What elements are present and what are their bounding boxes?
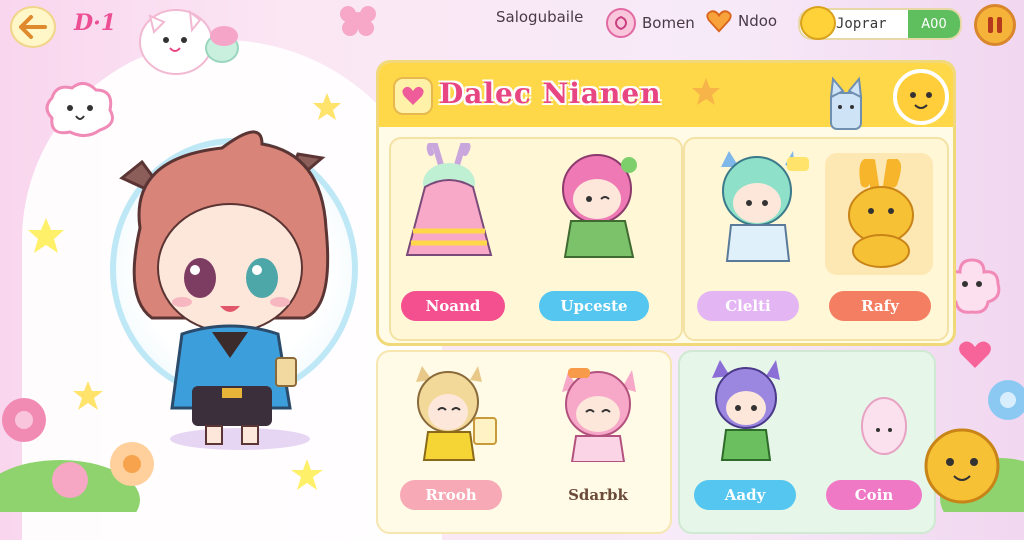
noand-button[interactable]: Noand xyxy=(401,291,505,321)
pause-button[interactable] xyxy=(974,4,1016,46)
pink-hair-girl-item[interactable] xyxy=(545,145,655,265)
heart-icon xyxy=(706,8,732,34)
star-icon xyxy=(28,218,64,253)
pause-bar xyxy=(997,17,1002,33)
back-button[interactable] xyxy=(10,6,56,48)
ghost-mascot-icon xyxy=(139,9,239,75)
rrooh-button[interactable]: Rrooh xyxy=(400,480,502,510)
nav-label: Ndoo xyxy=(738,12,778,30)
chick-mascot-icon xyxy=(893,69,949,125)
pause-bar xyxy=(988,17,993,33)
rafy-button[interactable]: Rafy xyxy=(829,291,931,321)
cloud-face-icon xyxy=(45,82,114,137)
sdarbk-button[interactable]: Sdarbk xyxy=(548,480,648,510)
coin-button[interactable]: Coin xyxy=(826,480,922,510)
hero-character-portrait[interactable] xyxy=(112,118,342,448)
blonde-cat-girl-item[interactable] xyxy=(404,362,500,462)
shield-icon xyxy=(606,8,636,38)
level-label: D·1 xyxy=(74,10,117,36)
flower-icon xyxy=(340,6,376,36)
heart-icon xyxy=(959,341,991,368)
star-icon xyxy=(291,459,323,490)
nav-item-bomen[interactable]: Bomen xyxy=(606,8,695,38)
blue-cat-girl-item[interactable] xyxy=(701,145,811,267)
currency-value: A00 xyxy=(908,10,960,38)
nav-label: Salogubaile xyxy=(496,8,584,26)
panel-title: Dalec Nianen xyxy=(439,77,662,110)
upceste-button[interactable]: Upceste xyxy=(539,291,649,321)
purple-cat-girl-item[interactable] xyxy=(704,358,794,462)
chick-mascot-icon xyxy=(924,428,1000,504)
heart-badge-icon xyxy=(393,77,433,115)
star-icon xyxy=(692,78,720,105)
nav-item-salogubaile[interactable]: Salogubaile xyxy=(496,8,583,26)
egg-creature-item[interactable] xyxy=(854,394,912,458)
cat-figure-icon xyxy=(829,76,863,130)
yellow-bunny-item[interactable] xyxy=(841,159,921,269)
nav-item-ndoo[interactable]: Ndoo xyxy=(706,8,777,34)
clelti-button[interactable]: Clelti xyxy=(697,291,799,321)
bunny-dress-item[interactable] xyxy=(401,143,497,265)
nav-label: Bomen xyxy=(642,14,695,32)
aady-button[interactable]: Aady xyxy=(694,480,796,510)
shop-panel: Dalec Nianen Noand Upceste Clelti Rafy xyxy=(376,60,956,346)
coin-chick-icon xyxy=(800,6,836,40)
back-arrow-icon xyxy=(19,15,47,39)
pink-cat-girl-item[interactable] xyxy=(548,362,648,462)
